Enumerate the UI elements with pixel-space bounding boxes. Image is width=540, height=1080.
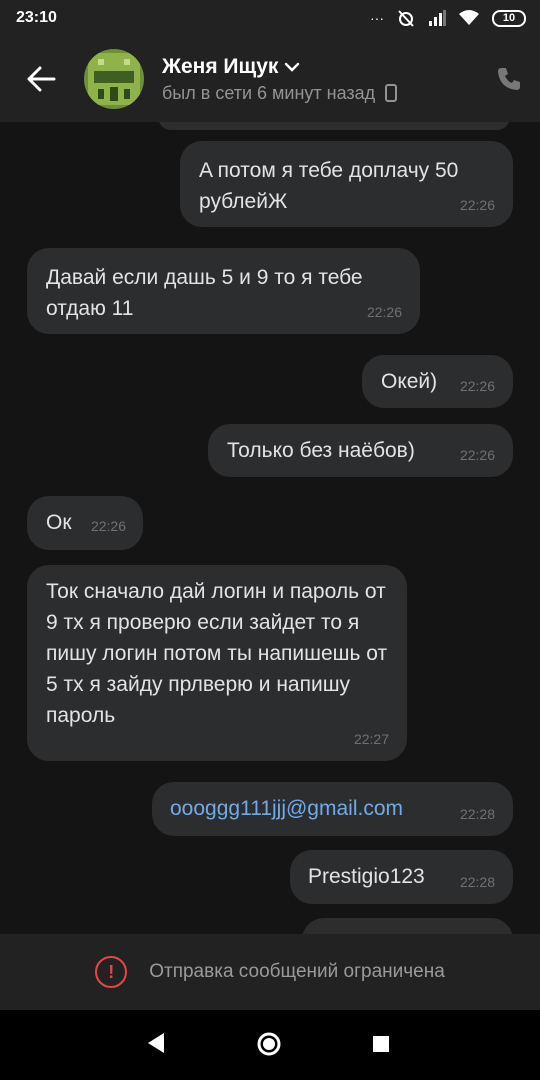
status-icons: ··· 10 — [370, 8, 526, 28]
message-text: Окей) — [381, 370, 438, 393]
message-bubble[interactable]: Давай если дашь 5 и 9 то я тебе отдаю 11… — [27, 248, 420, 334]
nav-back-icon[interactable] — [146, 1032, 166, 1054]
battery-icon: 10 — [492, 9, 526, 27]
system-navigation-bar — [0, 1010, 540, 1080]
contact-status-row: был в сети 6 минут назад — [162, 83, 478, 104]
more-icon: ··· — [370, 10, 384, 26]
contact-info[interactable]: Женя Ищук был в сети 6 минут назад — [162, 55, 478, 104]
message-text: Ок — [46, 511, 72, 534]
email-link[interactable]: oooggg111jjj@gmail.com — [170, 793, 403, 824]
wifi-icon — [459, 10, 479, 25]
contact-name-row: Женя Ищук — [162, 55, 478, 79]
message-time: 22:26 — [459, 378, 495, 394]
message-bubble[interactable]: Только без наёбов) 22:26 — [208, 424, 513, 477]
avatar[interactable] — [84, 49, 144, 109]
message-text: Давай если дашь 5 и 9 то я тебе отдаю 11 — [46, 266, 363, 320]
message-bubble[interactable]: Prestigio123 22:28 — [290, 850, 513, 904]
message-bubble[interactable]: A потом я тебе доплачу 50 рублейЖ 22:26 — [180, 141, 513, 227]
phone-icon — [498, 68, 520, 90]
back-arrow-icon — [27, 66, 56, 92]
message-time: 22:28 — [459, 806, 495, 822]
message-bubble — [158, 122, 510, 130]
message-text: Только без наёбов) — [227, 439, 415, 462]
message-bubble[interactable]: oooggg111jjj@gmail.com 22:28 — [152, 782, 513, 836]
contact-name: Женя Ищук — [162, 54, 279, 78]
chevron-down-icon — [285, 62, 300, 72]
message-text: Prestigio123 — [308, 865, 425, 888]
nav-home-icon[interactable] — [256, 1031, 282, 1057]
call-button[interactable] — [478, 36, 540, 122]
avatar-image — [84, 49, 144, 109]
warning-icon: ! — [95, 956, 128, 988]
message-time: 22:26 — [90, 518, 126, 534]
message-time: 22:26 — [459, 197, 495, 213]
message-time: 22:28 — [459, 874, 495, 890]
alarm-off-icon — [398, 10, 414, 27]
battery-level: 10 — [502, 12, 516, 24]
message-bubble[interactable]: Окей) 22:26 — [362, 355, 513, 408]
signal-icon — [429, 10, 446, 26]
messaging-restricted-banner: ! Отправка сообщений ограничена — [0, 934, 540, 1010]
message-bubble[interactable]: Ток сначало дай логин и пароль от 9 тх я… — [27, 565, 407, 761]
status-bar: 23:10 ··· 10 — [0, 0, 540, 36]
status-time: 23:10 — [16, 9, 57, 26]
message-bubble — [302, 918, 513, 934]
back-button[interactable] — [0, 36, 82, 122]
contact-status: был в сети 6 минут назад — [162, 82, 376, 103]
message-time: 22:27 — [353, 731, 389, 747]
mobile-device-icon — [385, 84, 398, 102]
message-text: A потом я тебе доплачу 50 рублейЖ — [199, 159, 459, 213]
chat-header: Женя Ищук был в сети 6 минут назад — [0, 36, 540, 122]
message-time: 22:26 — [366, 304, 402, 320]
message-time: 22:26 — [459, 447, 495, 463]
message-list[interactable]: A потом я тебе доплачу 50 рублейЖ 22:26 … — [0, 122, 540, 934]
restriction-text: Отправка сообщений ограничена — [149, 961, 445, 982]
message-bubble[interactable]: Ок 22:26 — [27, 496, 143, 550]
message-text: Ток сначало дай логин и пароль от 9 тх я… — [46, 580, 388, 727]
nav-recents-icon[interactable] — [372, 1035, 390, 1053]
